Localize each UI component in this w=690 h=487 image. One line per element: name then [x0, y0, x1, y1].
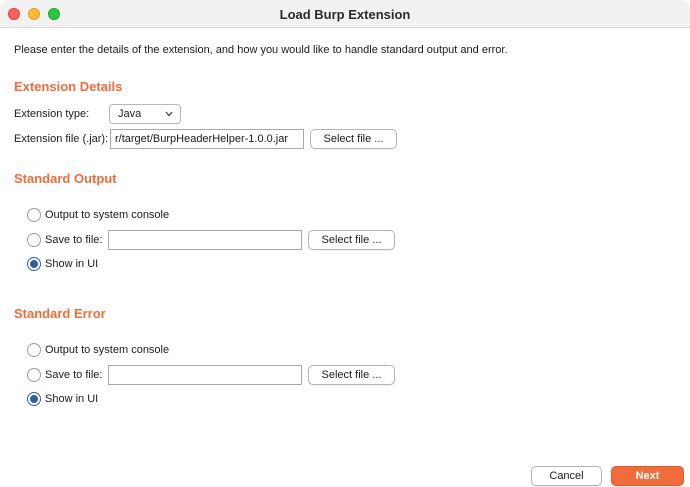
stderr-select-file-button[interactable]: Select file ... [308, 365, 395, 385]
extension-file-label: Extension file (.jar): [14, 133, 109, 145]
extension-file-field[interactable]: r/target/BurpHeaderHelper-1.0.0.jar [110, 129, 304, 149]
extension-details-heading: Extension Details [14, 79, 123, 94]
extension-type-select[interactable]: Java [109, 104, 181, 124]
stdout-select-file-button[interactable]: Select file ... [308, 230, 395, 250]
title-bar: Load Burp Extension [0, 0, 690, 28]
stderr-save-label: Save to file: [45, 369, 103, 381]
stdout-file-field[interactable] [108, 230, 302, 250]
standard-error-heading: Standard Error [14, 306, 106, 321]
stderr-console-radio[interactable] [27, 343, 41, 357]
load-extension-dialog: Load Burp Extension Please enter the det… [0, 0, 690, 487]
extension-select-file-button[interactable]: Select file ... [310, 129, 397, 149]
window-title: Load Burp Extension [279, 7, 411, 22]
chevron-down-icon [165, 111, 173, 117]
stderr-show-ui-radio[interactable] [27, 392, 41, 406]
next-button[interactable]: Next [611, 466, 684, 486]
extension-type-value: Java [118, 108, 142, 120]
stderr-console-label: Output to system console [45, 344, 170, 356]
extension-type-label: Extension type: [14, 108, 90, 120]
stdout-show-ui-radio[interactable] [27, 257, 41, 271]
stdout-console-label: Output to system console [45, 209, 170, 221]
cancel-button[interactable]: Cancel [531, 466, 602, 486]
stderr-show-ui-label: Show in UI [45, 393, 99, 405]
stdout-save-label: Save to file: [45, 234, 103, 246]
intro-text: Please enter the details of the extensio… [14, 44, 508, 56]
stdout-console-radio[interactable] [27, 208, 41, 222]
standard-output-heading: Standard Output [14, 171, 117, 186]
stderr-save-radio[interactable] [27, 368, 41, 382]
stderr-file-field[interactable] [108, 365, 302, 385]
stdout-save-radio[interactable] [27, 233, 41, 247]
stdout-show-ui-label: Show in UI [45, 258, 99, 270]
